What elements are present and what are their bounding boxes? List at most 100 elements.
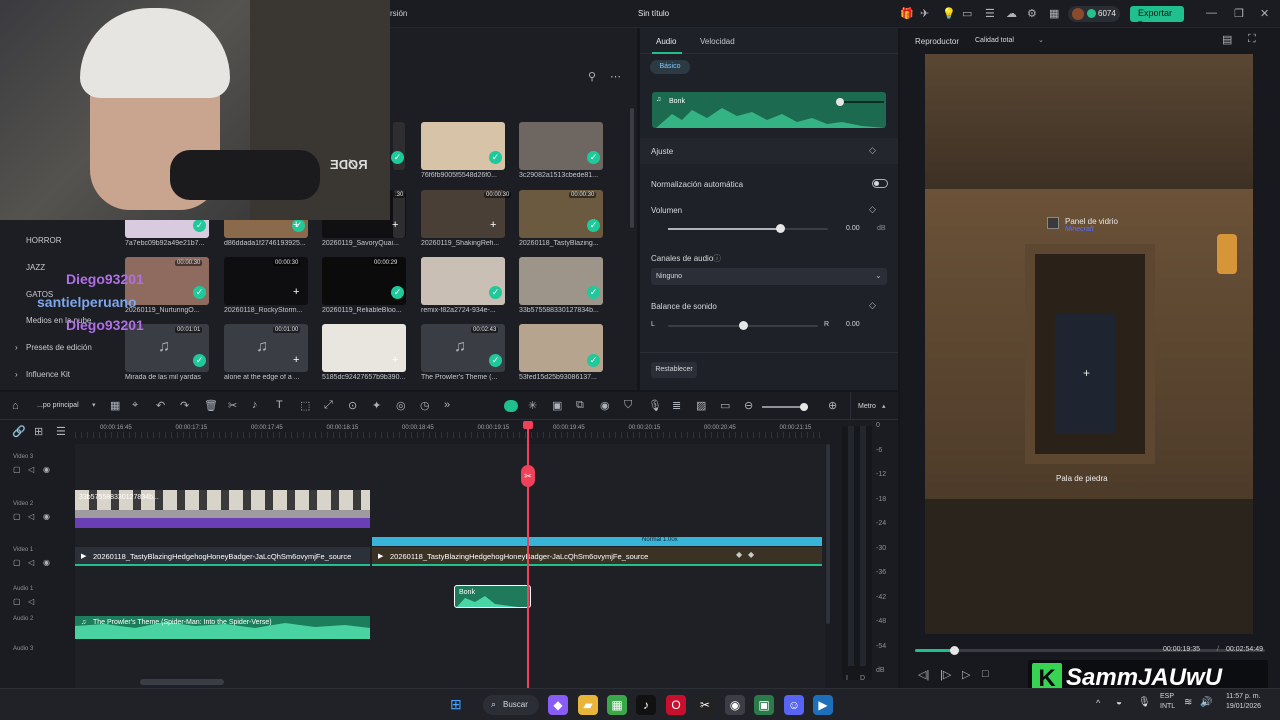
split-icon[interactable]: ✂: [228, 399, 237, 412]
zoom-slider-knob[interactable]: [800, 403, 808, 411]
keyframe-icon[interactable]: ◇: [869, 204, 876, 215]
lightbulb-icon[interactable]: 💡: [942, 7, 956, 20]
more-options-icon[interactable]: ⋯: [610, 70, 621, 83]
layout-icon[interactable]: ▦: [110, 399, 120, 412]
clip-audio2[interactable]: ♫ The Prowler's Theme (Spider-Man: Into …: [75, 616, 370, 639]
clip-video1-b[interactable]: ▶ 20260118_TastyBlazingHedgehogHoneyBadg…: [372, 547, 822, 566]
ai-icon[interactable]: ✳: [528, 399, 537, 412]
track-add-icon[interactable]: ⊞: [34, 425, 43, 438]
normalize-toggle[interactable]: [872, 179, 888, 188]
text-icon[interactable]: T: [276, 399, 283, 411]
eye-icon[interactable]: ◉: [43, 512, 50, 521]
subtab-basic[interactable]: Básico: [650, 60, 690, 74]
redo-icon[interactable]: ↷: [180, 399, 189, 412]
discord-icon[interactable]: ☺: [784, 695, 804, 715]
keyframe-icon[interactable]: ◇: [869, 145, 876, 156]
keyframe-icon[interactable]: ◆: [736, 550, 742, 559]
track-list-icon[interactable]: ☰: [56, 425, 66, 438]
minecraft-icon[interactable]: ▦: [607, 695, 627, 715]
balance-value[interactable]: 0.00: [846, 321, 860, 328]
add-icon[interactable]: +: [293, 354, 299, 366]
mixer-icon[interactable]: ≣: [672, 399, 681, 412]
shield-icon[interactable]: ⛉: [624, 399, 632, 412]
fullscreen-icon[interactable]: ⛶: [1248, 33, 1256, 46]
zoom-out-icon[interactable]: ⊖: [744, 399, 753, 412]
link-icon[interactable]: 🔗: [12, 425, 26, 438]
speed-icon[interactable]: ◷: [420, 399, 430, 412]
zoom-clip-icon[interactable]: ⊙: [348, 399, 357, 412]
chat-app-icon[interactable]: ▣: [754, 695, 774, 715]
add-icon[interactable]: +: [392, 354, 398, 366]
gift-icon[interactable]: 🎁: [900, 7, 914, 20]
step-back-icon[interactable]: ◁|: [918, 668, 929, 681]
undo-icon[interactable]: ↶: [156, 399, 165, 412]
playhead[interactable]: [527, 422, 529, 688]
filter-icon[interactable]: ⚲: [588, 70, 596, 83]
minimize-icon[interactable]: —: [1206, 7, 1217, 19]
mask-icon[interactable]: ✦: [372, 399, 381, 412]
opera-icon[interactable]: O: [666, 695, 686, 715]
keyframe-icon[interactable]: ◇: [869, 300, 876, 311]
cloud-icon[interactable]: ☁: [1006, 7, 1017, 20]
export-button[interactable]: Exportar ▾: [1130, 6, 1184, 28]
add-icon[interactable]: +: [392, 219, 398, 231]
tab-speed[interactable]: Velocidad: [700, 37, 735, 46]
folder-icon[interactable]: ▢: [13, 558, 21, 567]
select-icon[interactable]: ⌖: [132, 399, 138, 412]
volume-value[interactable]: 0.00: [846, 225, 860, 232]
capcut-icon[interactable]: ✂: [695, 695, 715, 715]
folder-icon[interactable]: ▰: [578, 695, 598, 715]
marker-icon[interactable]: ◉: [600, 399, 610, 412]
playhead-handle[interactable]: [523, 421, 533, 429]
play-icon[interactable]: ▷: [962, 668, 970, 681]
credits-badge[interactable]: 6074: [1068, 6, 1120, 22]
sidebar-item-jazz[interactable]: JAZZ: [26, 263, 45, 272]
menu-icon[interactable]: ☰: [985, 7, 995, 20]
audio-clip-waveform[interactable]: ♫ Bonk: [652, 92, 886, 128]
render-icon[interactable]: ▣: [552, 399, 562, 412]
volume-slider[interactable]: [668, 228, 828, 230]
transform-icon[interactable]: ⤢: [324, 399, 333, 412]
clock-time[interactable]: 11:57 p. m.: [1226, 693, 1261, 700]
stop-icon[interactable]: □: [982, 668, 989, 680]
grid-icon[interactable]: ▦: [1049, 7, 1059, 20]
play-frame-icon[interactable]: |▷: [940, 668, 951, 681]
add-icon[interactable]: +: [490, 219, 496, 231]
mic-icon[interactable]: 🎙: [648, 399, 662, 412]
balance-slider-knob[interactable]: [739, 321, 748, 330]
add-icon[interactable]: +: [293, 286, 299, 298]
tiktok-icon[interactable]: ♪: [636, 695, 656, 715]
track-area[interactable]: [75, 444, 825, 688]
home-icon[interactable]: ⌂: [12, 400, 19, 412]
sidebar-item-horror[interactable]: HORROR: [26, 236, 62, 245]
layout-label[interactable]: INTL: [1160, 703, 1175, 710]
clip-volume-track[interactable]: [840, 101, 884, 103]
sequence-name[interactable]: ...po principal: [37, 402, 79, 409]
clip-video1-a[interactable]: ▶ 20260118_TastyBlazingHedgehogHoneyBadg…: [75, 547, 370, 566]
speaker-icon[interactable]: ◁: [28, 512, 34, 521]
wifi-icon[interactable]: ≋: [1184, 697, 1192, 708]
speaker-icon[interactable]: ◁: [28, 465, 34, 474]
timeline-hscroll[interactable]: [140, 679, 224, 685]
eye-icon[interactable]: ◉: [43, 465, 50, 474]
chrome-icon[interactable]: ◉: [725, 695, 745, 715]
snapshot-icon[interactable]: ▤: [1222, 33, 1232, 46]
info-icon[interactable]: ⓘ: [713, 253, 721, 264]
audio-icon[interactable]: ♪: [252, 399, 258, 411]
clip-video2-audio[interactable]: [75, 518, 370, 528]
search-box[interactable]: ⌕ Buscar: [483, 695, 539, 715]
clip-audio1-bonk[interactable]: Bonk: [454, 585, 531, 608]
support-icon[interactable]: ⚙: [1027, 7, 1037, 20]
media-scrollbar[interactable]: [630, 108, 634, 228]
clip-video2[interactable]: 33b575588330127834b...: [75, 490, 370, 518]
clip-volume-knob[interactable]: [836, 98, 844, 106]
close-icon[interactable]: ✕: [1260, 7, 1269, 20]
speaker-icon[interactable]: ◁: [28, 597, 34, 606]
language-label[interactable]: ESP: [1160, 693, 1174, 700]
video-frame[interactable]: Panel de vidrio Minecraft + Pala de pied…: [925, 54, 1253, 634]
filmora-icon[interactable]: ▶: [813, 695, 833, 715]
playback-progress[interactable]: [915, 649, 1265, 652]
meter-label[interactable]: Metro: [858, 403, 876, 410]
quality-select[interactable]: Calidad total ⌄: [970, 33, 1048, 49]
speaker-icon[interactable]: ◁: [28, 558, 34, 567]
